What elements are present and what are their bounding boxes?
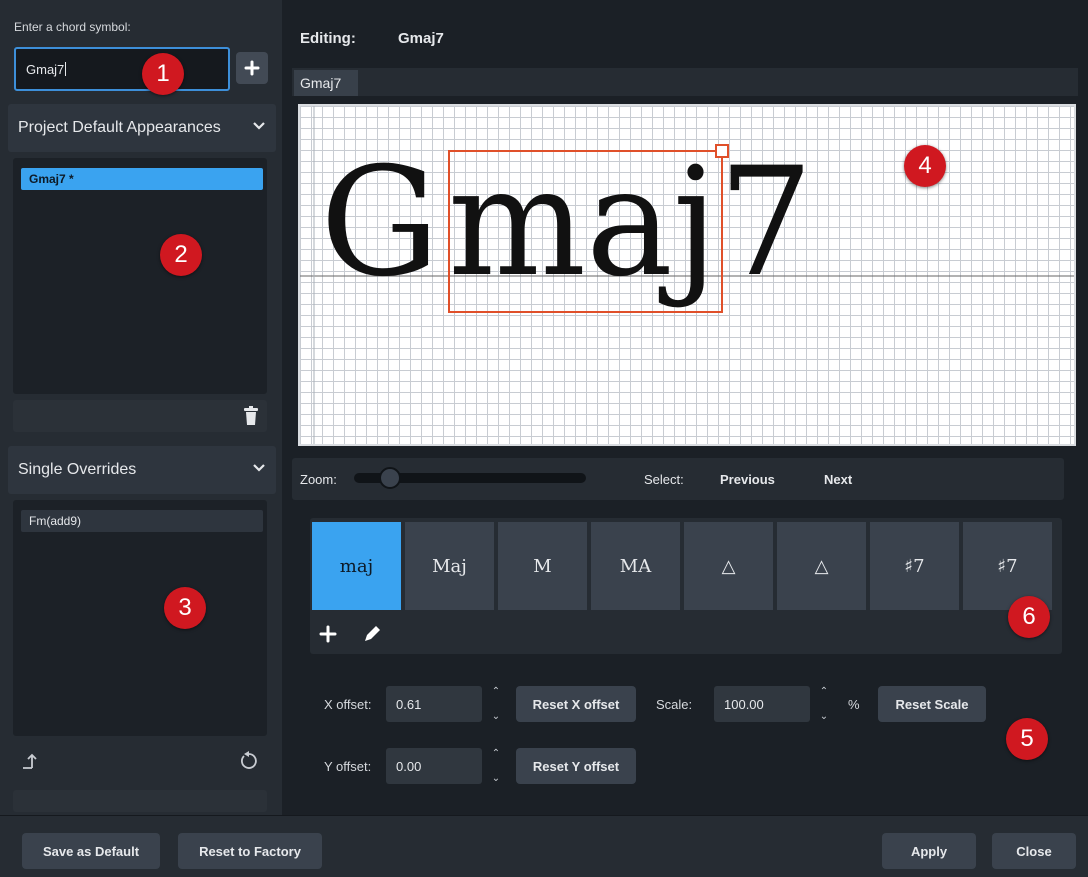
chord-root-text: G xyxy=(320,136,440,310)
callout-1: 1 xyxy=(142,53,184,95)
chevron-down-icon xyxy=(253,464,265,472)
export-icon[interactable] xyxy=(21,750,41,770)
scale-input[interactable]: 100.00 xyxy=(714,686,810,722)
chord-input-value: Gmaj7 xyxy=(26,62,65,77)
suffix-option[interactable]: Maj xyxy=(405,522,496,610)
scale-stepper[interactable]: ⌃ ⌄ xyxy=(816,686,832,722)
next-button[interactable]: Next xyxy=(824,472,852,487)
chevron-down-icon xyxy=(253,122,265,130)
left-panel: Enter a chord symbol: Gmaj7 Project Defa… xyxy=(0,0,282,815)
left-panel-bottom-strip xyxy=(13,790,267,812)
reset-to-factory-button[interactable]: Reset to Factory xyxy=(178,833,322,869)
chevron-down-icon[interactable]: ⌄ xyxy=(492,773,500,784)
suffix-option[interactable]: M xyxy=(498,522,589,610)
overrides-toolbar xyxy=(13,744,267,776)
scale-unit: % xyxy=(848,697,860,712)
suffix-option[interactable]: maj xyxy=(312,522,403,610)
trash-icon[interactable] xyxy=(243,406,259,426)
tab-gmaj7[interactable]: Gmaj7 xyxy=(294,70,358,96)
project-defaults-list: Gmaj7 * xyxy=(13,158,267,394)
close-button[interactable]: Close xyxy=(992,833,1076,869)
callout-4: 4 xyxy=(904,145,946,187)
callout-2: 2 xyxy=(160,234,202,276)
single-overrides-header[interactable]: Single Overrides xyxy=(8,446,276,494)
zoom-label: Zoom: xyxy=(300,472,337,487)
x-offset-label: X offset: xyxy=(324,697,372,712)
chord-extension-text: 7 xyxy=(718,136,813,310)
dialog-footer: Save as Default Reset to Factory Apply C… xyxy=(0,815,1088,877)
single-overrides-list: Fm(add9) xyxy=(13,500,267,736)
suffix-options-panel: maj Maj M MA △ △ ♯7 ♯7 xyxy=(310,518,1062,654)
select-label: Select: xyxy=(644,472,684,487)
scale-label: Scale: xyxy=(656,697,693,712)
editing-label: Editing: xyxy=(300,30,356,47)
zoom-slider-thumb[interactable] xyxy=(379,467,402,489)
chord-suffix-text[interactable]: maj xyxy=(448,136,718,310)
chevron-down-icon[interactable]: ⌄ xyxy=(492,711,500,722)
resize-handle[interactable] xyxy=(715,144,729,158)
reset-scale-button[interactable]: Reset Scale xyxy=(878,686,986,722)
chevron-up-icon[interactable]: ⌃ xyxy=(820,686,828,697)
plus-icon xyxy=(244,60,260,76)
apply-button[interactable]: Apply xyxy=(882,833,976,869)
list-item[interactable]: Gmaj7 * xyxy=(21,168,263,190)
suffix-option[interactable]: △ xyxy=(777,522,868,610)
y-offset-label: Y offset: xyxy=(324,759,372,774)
zoom-slider[interactable] xyxy=(354,467,586,489)
suffix-row: maj Maj M MA △ △ ♯7 ♯7 xyxy=(312,518,1060,614)
chord-input-label: Enter a chord symbol: xyxy=(14,20,131,34)
chevron-down-icon[interactable]: ⌄ xyxy=(820,711,828,722)
y-offset-stepper[interactable]: ⌃ ⌄ xyxy=(488,748,504,784)
chevron-up-icon[interactable]: ⌃ xyxy=(492,748,500,759)
add-chord-button[interactable] xyxy=(236,52,268,84)
x-offset-stepper[interactable]: ⌃ ⌄ xyxy=(488,686,504,722)
project-defaults-toolbar xyxy=(13,400,267,432)
reset-icon[interactable] xyxy=(239,750,259,770)
list-item[interactable]: Fm(add9) xyxy=(21,510,263,532)
pencil-icon[interactable] xyxy=(362,624,382,644)
single-overrides-title: Single Overrides xyxy=(18,461,137,478)
project-defaults-title: Project Default Appearances xyxy=(18,119,221,136)
editor-tab-strip xyxy=(292,68,1078,96)
plus-icon[interactable] xyxy=(318,624,338,644)
callout-3: 3 xyxy=(164,587,206,629)
chevron-up-icon[interactable]: ⌃ xyxy=(492,686,500,697)
save-as-default-button[interactable]: Save as Default xyxy=(22,833,160,869)
suffix-option[interactable]: MA xyxy=(591,522,682,610)
suffix-option[interactable]: ♯7 xyxy=(870,522,961,610)
editing-value: Gmaj7 xyxy=(398,30,444,47)
suffix-option[interactable]: △ xyxy=(684,522,775,610)
zoom-select-bar: Zoom: Select: Previous Next xyxy=(292,458,1064,500)
suffix-option[interactable]: ♯7 xyxy=(963,522,1054,610)
project-defaults-header[interactable]: Project Default Appearances xyxy=(8,104,276,152)
chord-preview-canvas[interactable]: G maj 7 xyxy=(298,104,1076,446)
x-offset-input[interactable]: 0.61 xyxy=(386,686,482,722)
callout-5: 5 xyxy=(1006,718,1048,760)
reset-y-offset-button[interactable]: Reset Y offset xyxy=(516,748,636,784)
previous-button[interactable]: Previous xyxy=(720,472,775,487)
callout-6: 6 xyxy=(1008,596,1050,638)
reset-x-offset-button[interactable]: Reset X offset xyxy=(516,686,636,722)
chord-preview-svg: G maj 7 xyxy=(300,106,1074,444)
chord-symbol-input[interactable]: Gmaj7 xyxy=(14,47,230,91)
y-offset-input[interactable]: 0.00 xyxy=(386,748,482,784)
